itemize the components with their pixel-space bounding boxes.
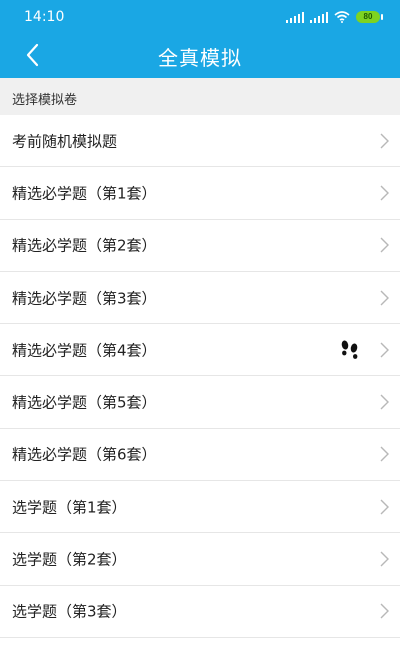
- item-label: 精选必学题（第6套）: [12, 445, 157, 464]
- list-item[interactable]: 选学题（第3套）: [0, 585, 400, 638]
- chevron-right-icon: [380, 342, 389, 358]
- list-item[interactable]: 选学题（第2套）: [0, 533, 400, 586]
- signal-icon: [310, 12, 328, 23]
- chevron-right-icon: [380, 237, 389, 253]
- list-item[interactable]: 精选必学题（第3套）: [0, 271, 400, 325]
- list-item[interactable]: 精选必学题（第2套）: [0, 219, 400, 272]
- status-icons: 80: [286, 8, 383, 26]
- item-label: 选学题（第2套）: [12, 550, 127, 569]
- chevron-right-icon: [380, 185, 389, 201]
- item-label: 精选必学题（第5套）: [12, 393, 157, 412]
- exam-list: 考前随机模拟题 精选必学题（第1套） 精选必学题（第2套） 精选必学题（第3套）…: [0, 115, 400, 638]
- chevron-right-icon: [380, 551, 389, 567]
- status-time: 14:10: [24, 9, 65, 25]
- item-label: 精选必学题（第2套）: [12, 236, 157, 255]
- chevron-right-icon: [380, 499, 389, 515]
- list-item[interactable]: 精选必学题（第5套）: [0, 376, 400, 429]
- app-header: 14:10 80 全真模拟: [0, 0, 400, 78]
- item-label: 选学题（第3套）: [12, 602, 127, 621]
- list-item[interactable]: 选学题（第1套）: [0, 481, 400, 534]
- chevron-right-icon: [380, 290, 389, 306]
- chevron-right-icon: [380, 394, 389, 410]
- list-item[interactable]: 考前随机模拟题: [0, 115, 400, 168]
- page-title: 全真模拟: [158, 46, 242, 70]
- status-bar: 14:10 80: [0, 0, 400, 34]
- item-label: 考前随机模拟题: [12, 132, 118, 151]
- chevron-right-icon: [380, 603, 389, 619]
- list-item[interactable]: 精选必学题（第6套）: [0, 428, 400, 482]
- item-label: 精选必学题（第1套）: [12, 184, 157, 203]
- item-label: 选学题（第1套）: [12, 498, 127, 517]
- section-header: 选择模拟卷: [0, 78, 400, 115]
- footprint-icon: [341, 340, 358, 359]
- chevron-right-icon: [380, 446, 389, 462]
- chevron-right-icon: [380, 133, 389, 149]
- list-item[interactable]: 精选必学题（第1套）: [0, 167, 400, 220]
- wifi-icon: [334, 11, 350, 23]
- signal-icon: [286, 12, 304, 23]
- item-label: 精选必学题（第3套）: [12, 289, 157, 308]
- item-label: 精选必学题（第4套）: [12, 341, 157, 360]
- battery-icon: 80: [356, 11, 383, 23]
- section-title: 选择模拟卷: [12, 93, 78, 108]
- list-item[interactable]: 精选必学题（第4套）: [0, 324, 400, 377]
- nav-bar: 全真模拟: [0, 34, 400, 78]
